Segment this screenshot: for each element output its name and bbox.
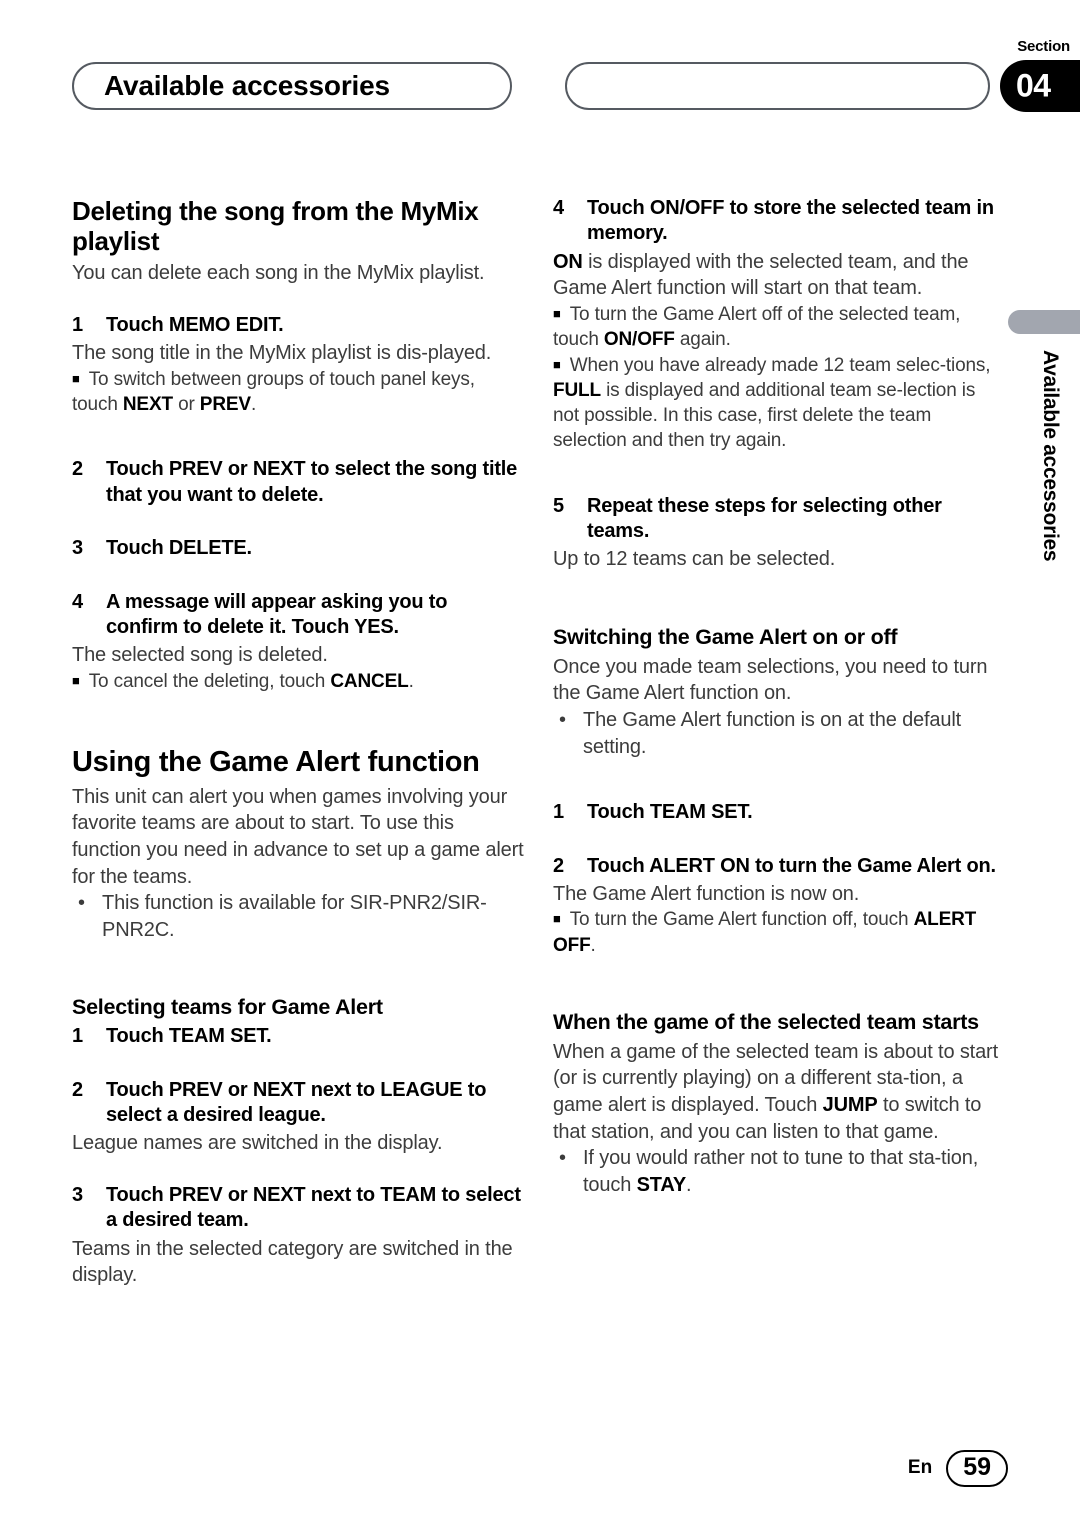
step-alert-on: 2 Touch ALERT ON to turn the Game Alert … <box>553 854 1005 879</box>
step-text: Touch PREV or NEXT to select the song ti… <box>106 458 518 506</box>
step-number: 2 <box>72 458 83 481</box>
step-store-team: 4 Touch ON/OFF to store the selected tea… <box>553 196 1005 247</box>
step-text: Touch TEAM SET. <box>106 1025 272 1048</box>
dot-key-stay: STAY <box>636 1173 687 1196</box>
step-store-team-body: ON is displayed with the selected team, … <box>553 249 1005 302</box>
note-alert-off: ■ To turn the Game Alert function off, to… <box>553 907 1005 958</box>
step-repeat-steps-body: Up to 12 teams can be selected. <box>553 548 836 571</box>
left-column: Deleting the song from the MyMix playlis… <box>72 196 524 1289</box>
dot-note-sir-pnr2: This function is available for SIR-PNR2/… <box>72 890 524 943</box>
step-confirm-delete: 4 A message will appear asking you to co… <box>72 590 524 641</box>
step-select-song-title: 2 Touch PREV or NEXT to select the song … <box>72 457 524 508</box>
body-key-jump: JUMP <box>822 1094 878 1116</box>
body-text: is displayed with the selected team, and… <box>553 250 969 300</box>
chapter-title-pill: Available accessories <box>72 62 512 110</box>
step-number: 3 <box>72 537 83 560</box>
step-text: Touch MEMO EDIT. <box>106 313 284 336</box>
step-number: 5 <box>553 494 564 517</box>
step-repeat-steps: 5 Repeat these steps for selecting other… <box>553 494 1005 545</box>
intro-game-starts: When a game of the selected team is abou… <box>553 1039 1005 1145</box>
note-key-full: FULL <box>553 379 601 401</box>
step-number: 4 <box>553 197 564 219</box>
step-alert-on-body: The Game Alert function is now on. <box>553 882 860 905</box>
step-text: A message will appear asking you to conf… <box>106 590 448 638</box>
page-header: Available accessories Section 04 <box>0 0 1080 150</box>
side-tab-bar <box>1008 310 1080 334</box>
step-text: Touch PREV or NEXT next to LEAGUE to sel… <box>106 1078 487 1126</box>
section-label: Section <box>1017 38 1070 55</box>
note-text-suffix: . <box>250 394 257 416</box>
blank-header-pill <box>565 62 990 110</box>
page-number: 59 <box>946 1449 1008 1487</box>
step-memo-edit-body: The song title in the MyMix playlist is … <box>72 342 492 365</box>
body-key-on: ON <box>553 250 583 273</box>
note-text-prefix: When you have already made 12 team selec… <box>569 354 991 376</box>
step-select-team: 3 Touch PREV or NEXT next to TEAM to sel… <box>72 1183 524 1234</box>
step-select-league-body: League names are switched in the display… <box>72 1132 443 1155</box>
note-text-suffix: . <box>590 934 596 956</box>
dot-note-default-on: The Game Alert function is on at the def… <box>553 707 1005 760</box>
square-bullet-icon: ■ <box>553 356 561 372</box>
step-text: Repeat these steps for selecting other t… <box>587 494 942 542</box>
note-switch-groups: ■ To switch between groups of touch panel… <box>72 367 524 418</box>
heading-switching-game-alert: Switching the Game Alert on or off <box>553 624 898 649</box>
note-key-cancel: CANCEL <box>330 670 409 692</box>
note-text-suffix: again. <box>674 329 731 351</box>
square-bullet-icon: ■ <box>72 672 80 688</box>
step-text: Touch DELETE. <box>106 537 252 560</box>
step-memo-edit: 1 Touch MEMO EDIT. <box>72 313 524 338</box>
note-text-prefix: To cancel the deleting, touch <box>88 670 331 692</box>
step-number: 3 <box>72 1183 83 1206</box>
note-turn-alert-off: ■ To turn the Game Alert off of the selec… <box>553 302 1005 353</box>
note-text-prefix: To turn the Game Alert function off, tou… <box>569 909 914 931</box>
step-team-set-alert: 1 Touch TEAM SET. <box>553 800 1005 825</box>
language-code: En <box>907 1457 933 1479</box>
page-title: Available accessories <box>104 70 390 101</box>
intro-using-game-alert: This unit can alert you when games invol… <box>72 785 524 888</box>
intro-switching-game-alert: Once you made team selections, you need … <box>553 655 988 705</box>
page-footer: En 59 <box>907 1449 1008 1487</box>
square-bullet-icon: ■ <box>72 370 80 386</box>
step-text: Touch ALERT ON to turn the Game Alert on… <box>587 854 996 877</box>
dot-note-stay: If you would rather not to tune to that … <box>553 1145 1005 1198</box>
square-bullet-icon: ■ <box>553 911 561 927</box>
step-number: 4 <box>72 590 83 613</box>
step-number: 1 <box>72 313 83 336</box>
section-badge: 04 <box>1000 60 1080 112</box>
heading-selecting-teams: Selecting teams for Game Alert <box>72 995 383 1020</box>
step-text: Touch TEAM SET. <box>587 801 753 824</box>
side-tab-label: Available accessories <box>1039 350 1062 562</box>
step-number: 1 <box>553 801 564 824</box>
step-number: 2 <box>553 854 564 877</box>
step-number: 2 <box>72 1078 83 1101</box>
section-number: 04 <box>1016 67 1051 104</box>
step-select-league: 2 Touch PREV or NEXT next to LEAGUE to s… <box>72 1078 524 1129</box>
heading-game-starts: When the game of the selected team start… <box>553 1010 979 1035</box>
note-text-suffix: is displayed and additional team se-lect… <box>553 379 976 452</box>
heading-using-game-alert: Using the Game Alert function <box>72 746 480 779</box>
note-text-suffix: . <box>408 670 414 692</box>
step-text: Touch ON/OFF to store the selected team … <box>587 197 994 245</box>
heading-deleting-song: Deleting the song from the MyMix playlis… <box>72 196 479 257</box>
step-team-set: 1 Touch TEAM SET. <box>72 1024 524 1049</box>
note-key-prev: PREV <box>199 394 251 416</box>
right-column: 4 Touch ON/OFF to store the selected tea… <box>553 196 1005 1198</box>
step-confirm-delete-body: The selected song is deleted. <box>72 644 328 667</box>
note-full-selections: ■ When you have already made 12 team sele… <box>553 353 1005 454</box>
side-thumb-tab: Available accessories <box>1000 300 1080 640</box>
note-key-next: NEXT <box>122 394 173 416</box>
step-text: Touch PREV or NEXT next to TEAM to selec… <box>106 1183 521 1232</box>
note-cancel-deleting: ■ To cancel the deleting, touch CANCEL. <box>72 669 524 694</box>
square-bullet-icon: ■ <box>553 305 561 321</box>
intro-deleting-song: You can delete each song in the MyMix pl… <box>72 262 485 285</box>
note-key-onoff: ON/OFF <box>603 329 675 351</box>
note-text-mid: or <box>172 394 200 416</box>
step-number: 1 <box>72 1025 83 1048</box>
step-touch-delete: 3 Touch DELETE. <box>72 536 524 561</box>
dot-text-b: . <box>686 1173 692 1196</box>
step-select-team-body: Teams in the selected category are switc… <box>72 1237 513 1287</box>
